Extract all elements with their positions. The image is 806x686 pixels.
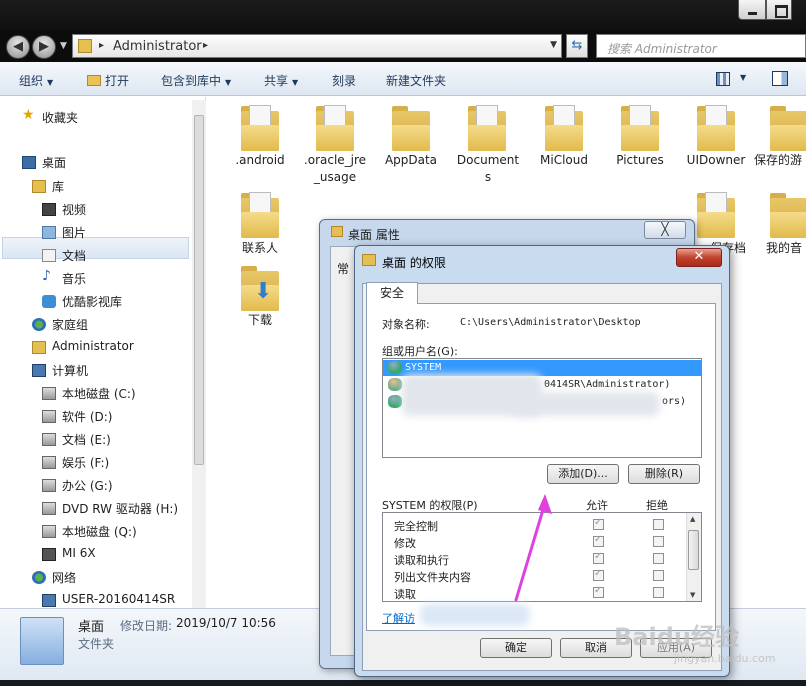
annotation-arrow-line (514, 501, 547, 602)
baidu-watermark: Baidu经验 (614, 623, 739, 651)
baidu-watermark-url: jingyan.baidu.com (674, 652, 776, 665)
annotation-arrow-head (538, 494, 552, 514)
annotation-arrow (514, 494, 552, 602)
